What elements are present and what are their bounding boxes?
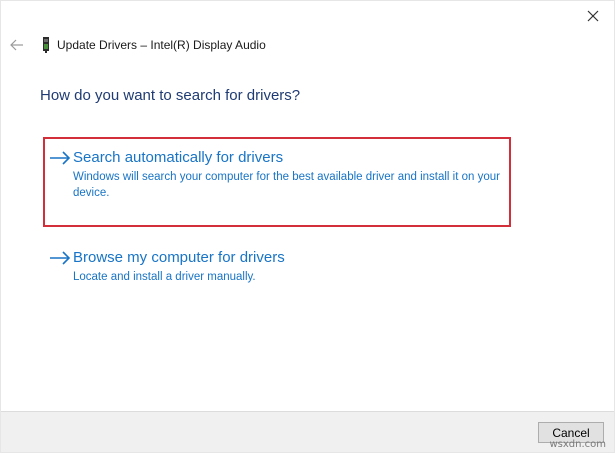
option-text: Browse my computer for drivers Locate an… <box>73 249 503 289</box>
option-description: Locate and install a driver manually. <box>73 271 256 283</box>
right-arrow-icon <box>50 151 71 165</box>
dialog-footer: Cancel <box>1 411 614 452</box>
close-icon <box>587 10 599 22</box>
option-text: Search automatically for drivers Windows… <box>73 149 501 225</box>
audio-device-icon <box>43 37 49 53</box>
back-button[interactable] <box>9 37 25 53</box>
option-arrow <box>49 149 73 225</box>
dialog-header: Update Drivers – Intel(R) Display Audio <box>41 37 266 53</box>
watermark-text: wsxdn.com <box>549 439 606 450</box>
window-title: Update Drivers – Intel(R) Display Audio <box>57 38 266 52</box>
browse-computer-option[interactable]: Browse my computer for drivers Locate an… <box>43 243 511 289</box>
back-arrow-icon <box>10 39 23 51</box>
right-arrow-icon <box>50 251 71 265</box>
option-title: Search automatically for drivers <box>73 149 501 167</box>
page-question: How do you want to search for drivers? <box>40 87 301 104</box>
option-title-label: Search automatically for drivers <box>73 149 284 166</box>
option-title-label: Browse my computer for drivers <box>73 249 285 266</box>
search-automatically-option[interactable]: Search automatically for drivers Windows… <box>43 137 511 227</box>
option-title: Browse my computer for drivers <box>73 249 503 267</box>
option-arrow <box>49 249 73 289</box>
close-button[interactable] <box>582 5 604 27</box>
option-description: Windows will search your computer for th… <box>73 171 500 199</box>
update-drivers-dialog: Update Drivers – Intel(R) Display Audio … <box>0 0 615 453</box>
